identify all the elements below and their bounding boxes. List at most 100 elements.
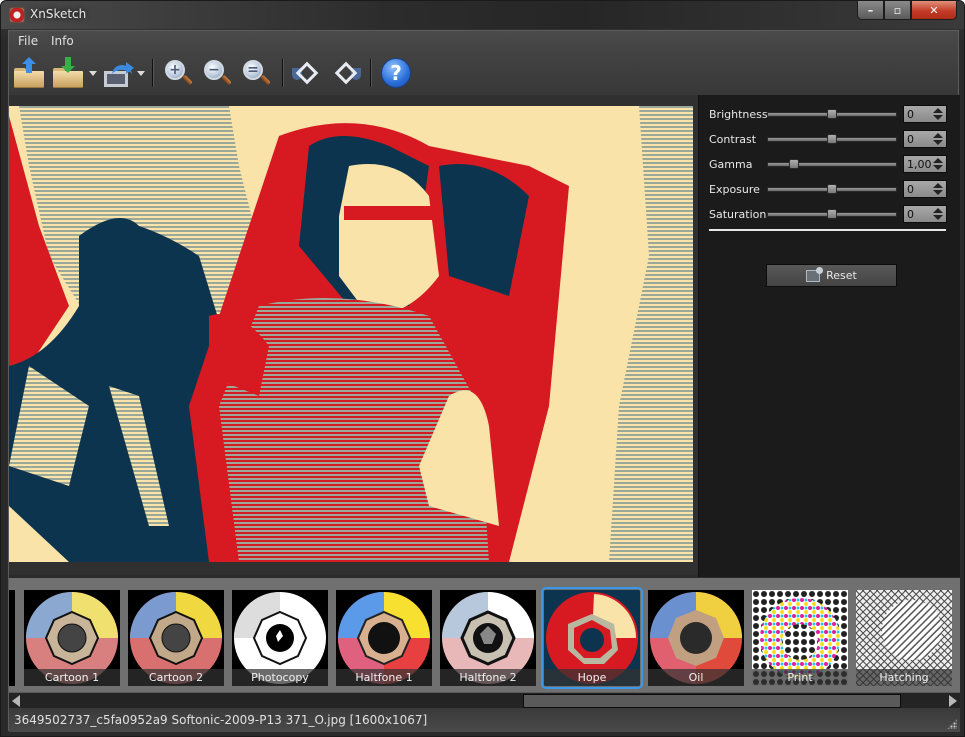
zoom-in-icon: +	[163, 58, 193, 88]
zoom-fit-icon: =	[241, 58, 271, 88]
close-button[interactable]: ✕	[911, 1, 957, 20]
close-icon: ✕	[929, 3, 939, 17]
scrollbar-thumb[interactable]	[523, 694, 901, 708]
reset-label: Reset	[826, 269, 857, 282]
title-bar[interactable]: XnSketch – ▫ ✕	[1, 1, 964, 29]
sunglasses	[344, 206, 434, 220]
brightness-value: 0	[907, 108, 914, 121]
effect-label: Print	[752, 669, 848, 686]
export-button[interactable]	[101, 57, 135, 89]
contrast-slider[interactable]	[767, 134, 897, 144]
gamma-label: Gamma	[709, 158, 753, 171]
folder-download-icon	[53, 57, 83, 88]
spin-arrows-icon[interactable]	[933, 183, 943, 195]
hope-effect-preview	[9, 106, 693, 562]
brightness-slider-thumb[interactable]	[827, 109, 837, 119]
exposure-value: 0	[907, 183, 914, 196]
exposure-slider-thumb[interactable]	[827, 184, 837, 194]
effect-thumbnail-photocopy[interactable]: Photocopy	[232, 590, 328, 686]
contrast-slider-thumb[interactable]	[827, 134, 837, 144]
rotate-right-button[interactable]	[329, 57, 363, 89]
reset-button[interactable]: Reset	[766, 264, 897, 287]
status-bar: 3649502737_c5fa0952a9 Softonic-2009-P13 …	[9, 708, 960, 732]
reset-icon	[806, 266, 824, 282]
toolbar: + − = ?	[9, 51, 958, 95]
rotate-right-icon	[331, 58, 361, 88]
zoom-in-button[interactable]: +	[161, 57, 195, 89]
contrast-label: Contrast	[709, 133, 757, 146]
menu-info[interactable]: Info	[51, 34, 74, 48]
spin-arrows-icon[interactable]	[933, 208, 943, 220]
saturation-slider-thumb[interactable]	[827, 209, 837, 219]
window-controls: – ▫ ✕	[857, 1, 957, 20]
gamma-slider-thumb[interactable]	[788, 159, 799, 169]
zoom-out-button[interactable]: −	[200, 57, 234, 89]
window-title: XnSketch	[30, 7, 87, 21]
effect-thumbnail-oil[interactable]: Oil	[648, 590, 744, 686]
menu-file[interactable]: File	[18, 34, 38, 48]
maximize-icon: ▫	[893, 3, 902, 17]
adjustments-panel: Brightness 0 Contrast 0 Gamma 1,00 Expos…	[698, 95, 960, 577]
effect-label: Haltfone 2	[440, 669, 536, 686]
brightness-row: Brightness 0	[709, 105, 949, 123]
client-area: File Info + − = ? Brightness 0 Contrast …	[8, 30, 960, 732]
exposure-spinbox[interactable]: 0	[903, 180, 947, 198]
brightness-slider[interactable]	[767, 109, 897, 119]
effect-thumbnail-hope[interactable]: Hope	[541, 587, 643, 689]
contrast-row: Contrast 0	[709, 130, 949, 148]
zoom-out-icon: −	[202, 58, 232, 88]
gamma-slider[interactable]	[767, 159, 897, 169]
saturation-value: 0	[907, 208, 914, 221]
contrast-spinbox[interactable]: 0	[903, 130, 947, 148]
image-viewport[interactable]	[9, 95, 698, 575]
open-file-button[interactable]	[12, 57, 46, 89]
effects-filmstrip: Cartoon 1 Cartoon 2 Photocopy Haltfone 1…	[9, 577, 960, 692]
brightness-label: Brightness	[709, 108, 768, 121]
exposure-label: Exposure	[709, 183, 760, 196]
save-dropdown-arrow[interactable]	[89, 71, 97, 76]
gamma-value: 1,00	[907, 158, 932, 171]
minimize-button[interactable]: –	[857, 1, 884, 20]
spin-arrows-icon[interactable]	[933, 158, 943, 170]
effect-thumbnail-hatching[interactable]: Hatching	[856, 590, 952, 686]
effect-label: Hatching	[856, 669, 952, 686]
brightness-spinbox[interactable]: 0	[903, 105, 947, 123]
rotate-left-button[interactable]	[290, 57, 324, 89]
zoom-fit-button[interactable]: =	[239, 57, 273, 89]
effect-label: Hope	[544, 669, 640, 686]
spin-arrows-icon[interactable]	[933, 133, 943, 145]
effect-thumbnail-print[interactable]: Print	[752, 590, 848, 686]
toolbar-separator	[152, 59, 154, 87]
effect-label: Cartoon 2	[128, 669, 224, 686]
rotate-left-icon	[292, 58, 322, 88]
saturation-slider[interactable]	[767, 209, 897, 219]
saturation-row: Saturation 0	[709, 205, 949, 223]
app-window: XnSketch – ▫ ✕ File Info + − = ? Brightn…	[0, 0, 965, 737]
gamma-row: Gamma 1,00	[709, 155, 949, 173]
spin-arrows-icon[interactable]	[933, 108, 943, 120]
minimize-icon: –	[867, 3, 874, 17]
effect-thumbnail-cartoon-2[interactable]: Cartoon 2	[128, 590, 224, 686]
exposure-slider[interactable]	[767, 184, 897, 194]
scroll-right-arrow-icon[interactable]	[949, 695, 957, 707]
toolbar-separator	[282, 59, 284, 87]
saturation-label: Saturation	[709, 208, 767, 221]
xnsketch-app-icon	[9, 7, 25, 23]
effect-thumbnail-cartoon-1[interactable]: Cartoon 1	[24, 590, 120, 686]
maximize-button[interactable]: ▫	[884, 1, 911, 20]
export-dropdown-arrow[interactable]	[137, 71, 145, 76]
filmstrip-scrollbar[interactable]	[9, 692, 960, 708]
contrast-value: 0	[907, 133, 914, 146]
toolbar-separator	[370, 59, 372, 87]
help-button[interactable]: ?	[379, 57, 413, 89]
saturation-spinbox[interactable]: 0	[903, 205, 947, 223]
scroll-left-arrow-icon[interactable]	[12, 695, 20, 707]
save-file-button[interactable]	[51, 57, 85, 89]
effect-thumbnail-haltfone-2[interactable]: Haltfone 2	[440, 590, 536, 686]
effect-thumbnail-haltfone-1[interactable]: Haltfone 1	[336, 590, 432, 686]
partial-thumbnail[interactable]	[9, 590, 15, 686]
gamma-spinbox[interactable]: 1,00	[903, 155, 947, 173]
effect-label: Photocopy	[232, 669, 328, 686]
preview-image-hope-effect[interactable]	[9, 106, 693, 562]
resize-grip-icon[interactable]	[947, 719, 957, 729]
